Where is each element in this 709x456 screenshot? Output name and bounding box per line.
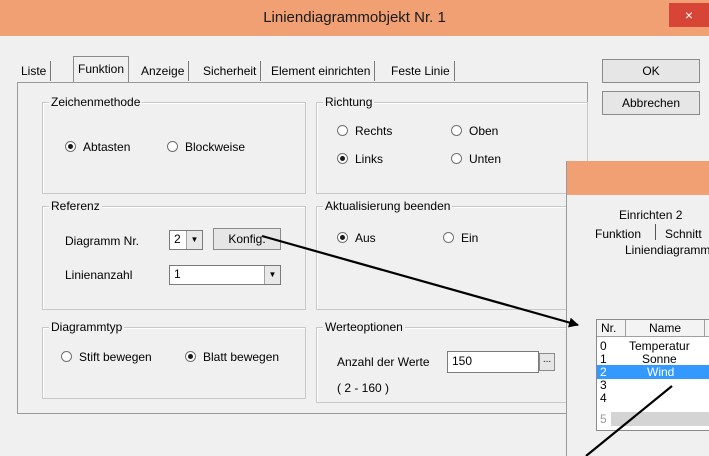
radio-oben[interactable]: Oben [451,123,498,139]
radio-stift-bewegen[interactable]: Stift bewegen [61,349,152,365]
diagramm-nr-label: Diagramm Nr. [65,234,140,248]
radio-aus[interactable]: Aus [337,230,376,246]
group-aktualisierung: Aktualisierung beenden Aus Ein [316,199,588,310]
radio-dot [451,125,462,137]
tab-panel-funktion: Zeichenmethode Abtasten Blockweise Richt… [17,82,588,414]
group-zeichenmethode: Zeichenmethode Abtasten Blockweise [42,95,306,194]
column-header-name[interactable]: Name [626,320,705,337]
linienanzahl-select[interactable]: 1 ▼ [169,265,281,285]
chevron-down-icon[interactable]: ▼ [264,266,280,284]
radio-abtasten[interactable]: Abtasten [65,139,130,155]
list-item[interactable]: 3 [597,378,709,392]
list-item[interactable]: 1 Sonne [597,352,709,366]
radio-blockweise[interactable]: Blockweise [167,139,245,155]
radio-dot [61,351,72,363]
list-item-selected[interactable]: 2 Wind [597,365,709,379]
tab-separator [655,224,656,240]
ok-button[interactable]: OK [602,59,700,83]
tab-schnitt-secondary[interactable]: Schnitt [665,227,702,241]
group-legend: Referenz [49,199,102,213]
anzahl-werte-input[interactable]: 150 [447,351,539,373]
radio-links[interactable]: Links [337,151,383,167]
group-legend: Werteoptionen [323,320,405,334]
column-header-f[interactable]: F [705,320,709,337]
radio-ein[interactable]: Ein [443,230,478,246]
tab-einrichten-2[interactable]: Einrichten 2 [619,208,682,222]
secondary-dialog: Einrichten 2 Funktion Schnitt Liniendiag… [566,161,709,456]
list-item[interactable]: 0 Temperatur [597,339,709,353]
group-werteoptionen: Werteoptionen Anzahl der Werte 150 ... (… [316,320,588,403]
radio-dot-checked [65,141,76,153]
linienanzahl-label: Linienanzahl [65,268,133,282]
tab-funktion-secondary[interactable]: Funktion [595,227,641,241]
radio-dot-checked [185,351,196,363]
tab-feste-linie[interactable]: Feste Linie [391,61,455,81]
group-legend: Zeichenmethode [49,95,143,109]
group-legend: Richtung [323,95,375,109]
radio-dot-checked [337,153,348,165]
group-legend: Diagrammtyp [49,320,125,334]
group-referenz: Referenz Diagramm Nr. 2 ▼ Konfig. Linien… [42,199,306,310]
radio-dot-checked [337,232,348,244]
group-legend: Aktualisierung beenden [323,199,453,213]
group-richtung: Richtung Rechts Oben Links Unten [316,95,588,194]
group-diagrammtyp: Diagrammtyp Stift bewegen Blatt bewegen [42,320,306,399]
cancel-button[interactable]: Abbrechen [602,91,700,115]
radio-unten[interactable]: Unten [451,151,501,167]
radio-dot [337,125,348,137]
tab-sicherheit[interactable]: Sicherheit [203,61,262,81]
channel-list[interactable]: Nr. Name F 0Temperatur 1Sonne 2Wind 3 4 … [596,319,709,431]
radio-rechts[interactable]: Rechts [337,123,392,139]
radio-dot [167,141,178,153]
chevron-down-icon[interactable]: ▼ [186,231,202,249]
radio-dot [451,153,462,165]
horizontal-scrollbar[interactable] [611,412,709,426]
tab-anzeige[interactable]: Anzeige [141,61,190,81]
diagramm-nr-select[interactable]: 2 ▼ [169,230,203,250]
window-title: Liniendiagrammobjekt Nr. 1 [263,9,446,26]
konfig-button[interactable]: Konfig. [213,228,281,250]
range-hint: ( 2 - 160 ) [337,381,390,395]
list-item[interactable]: 4 [597,391,709,405]
tab-liste[interactable]: Liste [21,61,52,81]
radio-dot [443,232,454,244]
radio-blatt-bewegen[interactable]: Blatt bewegen [185,349,279,365]
browse-button[interactable]: ... [539,353,555,371]
secondary-title-bar[interactable] [567,161,709,195]
anzahl-werte-label: Anzahl der Werte [337,355,430,369]
column-header-nr[interactable]: Nr. [597,320,626,337]
close-button[interactable]: × [669,3,709,27]
tab-element-einrichten[interactable]: Element einrichten [271,61,376,81]
secondary-caption: Liniendiagramm [625,243,709,257]
tab-funktion[interactable]: Funktion [73,56,130,82]
